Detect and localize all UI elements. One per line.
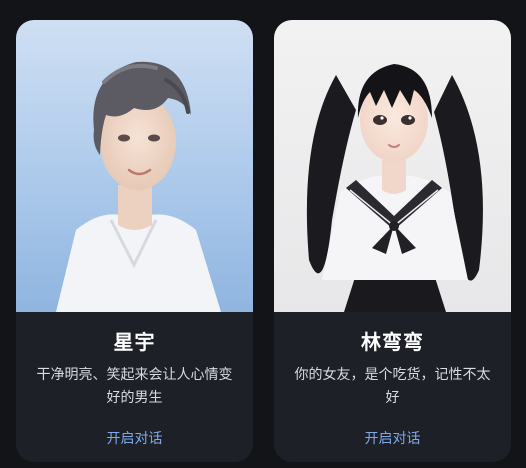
character-name: 星宇	[113, 330, 156, 354]
character-description: 你的女友，是个吃货，记性不太好	[294, 367, 491, 406]
character-info: 林弯弯 你的女友，是个吃货，记性不太好 开启对话	[274, 312, 511, 462]
character-info: 星宇 干净明亮、笑起来会让人心情变好的男生 开启对话	[16, 312, 253, 462]
character-description: 干净明亮、笑起来会让人心情变好的男生	[36, 367, 233, 406]
portrait-illustration	[274, 20, 511, 312]
start-chat-label[interactable]: 开启对话	[355, 427, 431, 451]
start-chat-button[interactable]: 开启对话	[16, 428, 253, 448]
character-portrait[interactable]	[16, 20, 253, 312]
start-chat-label[interactable]: 开启对话	[97, 427, 173, 451]
character-card-linwanwan[interactable]: 林弯弯 你的女友，是个吃货，记性不太好 开启对话	[274, 20, 511, 462]
character-name: 林弯弯	[361, 330, 424, 354]
character-gallery: 星宇 干净明亮、笑起来会让人心情变好的男生 开启对话 林弯弯 你的女友，是个吃货…	[0, 0, 526, 468]
portrait-illustration	[16, 20, 253, 312]
character-card-xingyu[interactable]: 星宇 干净明亮、笑起来会让人心情变好的男生 开启对话	[16, 20, 253, 462]
character-portrait[interactable]	[274, 20, 511, 312]
start-chat-button[interactable]: 开启对话	[274, 428, 511, 448]
